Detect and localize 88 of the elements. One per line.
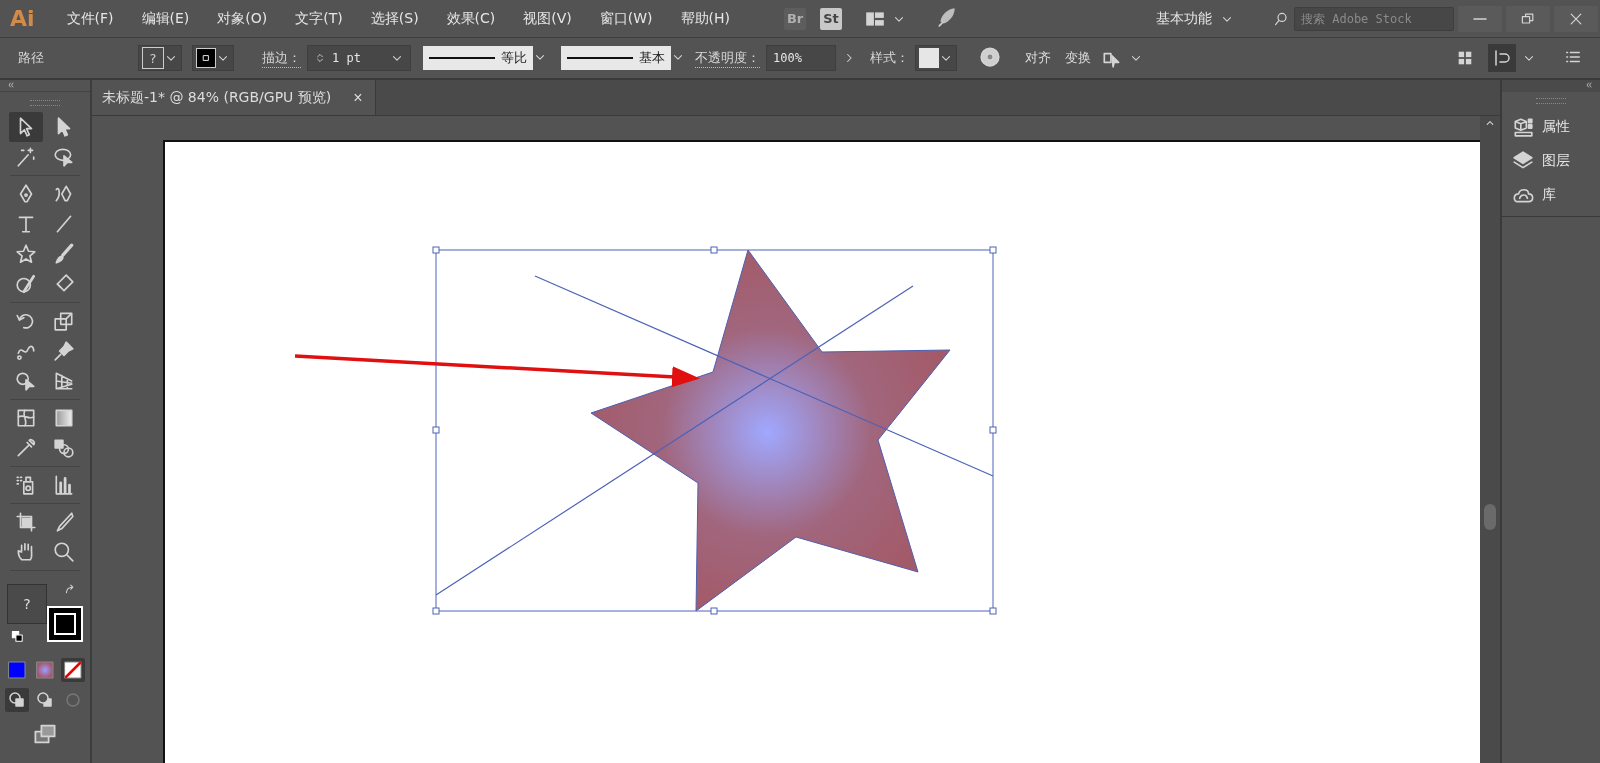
gradient-swatch-icon (35, 660, 55, 680)
none-swatch-icon (63, 660, 83, 680)
selection-bounding-box[interactable] (435, 249, 994, 612)
opacity-field[interactable]: 100% (766, 45, 836, 71)
selection-handle[interactable] (710, 607, 718, 615)
color-mode-button[interactable] (33, 658, 57, 682)
menu-item[interactable]: 效果(C) (436, 9, 506, 28)
restore-button[interactable] (1506, 5, 1550, 32)
menu-item[interactable]: 文字(T) (285, 9, 353, 28)
recolor-wheel-icon (979, 45, 1001, 68)
star-shape[interactable] (590, 249, 951, 612)
mesh-icon (15, 407, 37, 429)
artboard-icon (15, 511, 37, 533)
stroke-label[interactable]: 描边： (262, 48, 301, 68)
color-mode-button[interactable] (5, 658, 29, 682)
collapse-chevrons-icon (1584, 80, 1594, 90)
stroke-swatch-icon (200, 52, 212, 64)
draw-mode-button[interactable] (5, 688, 29, 712)
cube-properties-icon (1512, 116, 1534, 138)
app-logo: Ai (10, 6, 35, 31)
menu-item[interactable]: 窗口(W) (589, 9, 663, 28)
search-icon (1274, 10, 1290, 27)
style-dropdown[interactable] (915, 45, 957, 71)
menu-item[interactable]: 编辑(E) (131, 9, 200, 28)
menu-item[interactable]: 对象(O) (207, 9, 278, 28)
stroke-dropdown[interactable] (192, 45, 234, 71)
selection-handle[interactable] (710, 246, 718, 254)
gradient-icon (53, 407, 75, 429)
selection-handle[interactable] (432, 426, 440, 434)
draw-behind-icon (35, 690, 55, 710)
selection-handle[interactable] (432, 246, 440, 254)
draw-inside-icon (63, 690, 83, 710)
star-icon (15, 243, 37, 265)
scale-icon (53, 310, 75, 332)
straight-line[interactable] (435, 285, 914, 596)
minimize-icon (1473, 17, 1487, 20)
fill-color-box[interactable]: ? (7, 584, 47, 624)
straight-line[interactable] (534, 275, 994, 477)
workspace-switcher[interactable]: 基本功能 (1150, 8, 1240, 29)
tool-button[interactable] (9, 112, 43, 142)
eyedropper-icon (15, 437, 37, 459)
selection-handle[interactable] (989, 607, 997, 615)
pin-icon (53, 340, 75, 362)
vertical-scrollbar[interactable] (1480, 116, 1500, 763)
menu-item[interactable]: 帮助(H) (670, 9, 741, 28)
panel-arrange-icon (1492, 48, 1512, 68)
selection-handle[interactable] (989, 246, 997, 254)
minimize-button[interactable] (1458, 5, 1502, 32)
document-tab[interactable]: 未标题-1* @ 84% (RGB/GPU 预览) × (92, 80, 376, 115)
menu-item[interactable]: 选择(S) (360, 9, 429, 28)
align-button[interactable]: 对齐 (1021, 49, 1055, 67)
tab-close-button[interactable]: × (349, 88, 367, 107)
screen-mode-icon (32, 722, 58, 746)
stroke-weight-field[interactable]: 1 pt (307, 45, 411, 71)
fill-swatch: ? (142, 47, 164, 69)
style-label: 样式： (870, 49, 909, 67)
lasso-icon (53, 146, 75, 168)
magic-wand-icon (15, 146, 37, 168)
magnifier-icon (53, 541, 75, 563)
brush-icon (53, 243, 75, 265)
menu-item[interactable]: 视图(V) (513, 9, 582, 28)
panel-tab[interactable]: 库 (1502, 178, 1600, 212)
transform-button[interactable]: 变换 (1061, 49, 1095, 67)
draw-normal-icon (7, 690, 27, 710)
opacity-label[interactable]: 不透明度： (695, 48, 760, 68)
panel-tab[interactable]: 图层 (1502, 144, 1600, 178)
grid-icon (1456, 49, 1474, 67)
selection-handle[interactable] (432, 607, 440, 615)
stroke-color-box[interactable] (47, 606, 83, 642)
color-mode-button[interactable] (61, 658, 85, 682)
collapse-chevrons-icon (6, 80, 16, 90)
selection-handle[interactable] (989, 426, 997, 434)
scrollbar-thumb[interactable] (1484, 504, 1496, 530)
brush-dropdown[interactable]: 基本 (561, 46, 671, 70)
color-swatch-icon (7, 660, 27, 680)
bar-chart-icon (53, 474, 75, 496)
perspective-grid-icon (53, 370, 75, 392)
stroke-profile-dropdown[interactable]: 等比 (423, 46, 533, 70)
object-type-label: 路径 (18, 49, 44, 67)
default-colors-icon (11, 630, 25, 644)
blend-icon (53, 437, 75, 459)
shape-builder-icon (15, 370, 37, 392)
shaper-icon (15, 273, 37, 295)
menu-item[interactable]: 文件(F) (56, 9, 124, 28)
fill-dropdown[interactable]: ? (138, 45, 182, 71)
search-field[interactable]: 搜索 Adobe Stock (1294, 6, 1454, 31)
panel-tab[interactable]: 属性 (1502, 110, 1600, 144)
stock-button[interactable]: St (820, 7, 843, 30)
